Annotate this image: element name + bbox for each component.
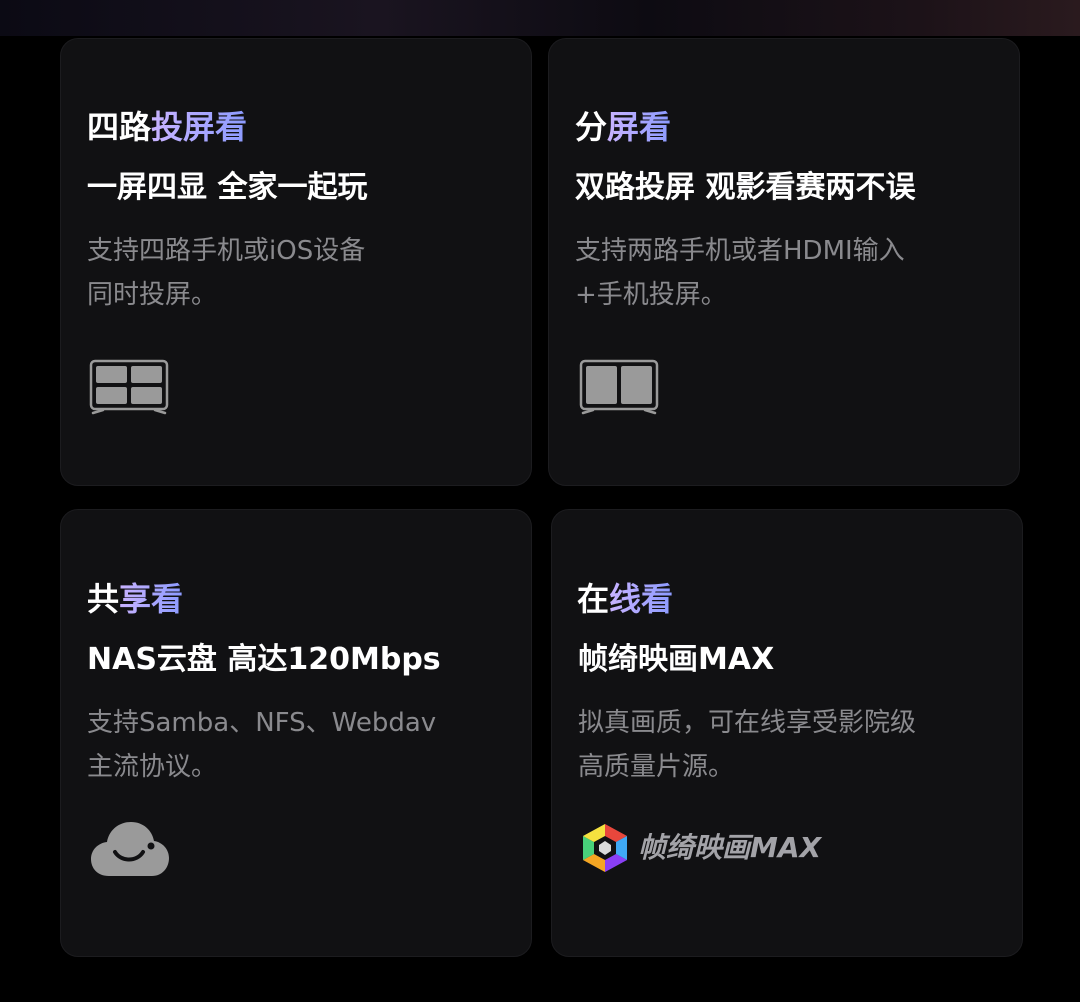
card-desc-line2: 主流协议。 xyxy=(87,752,218,782)
brand-logo-text: 帧绮映画MAX xyxy=(638,831,822,864)
card-desc-line1: 支持四路手机或iOS设备 xyxy=(87,236,366,266)
card-desc-line1: 支持两路手机或者HDMI输入 xyxy=(575,236,905,266)
card-quad-cast: 四路投屏看 一屏四显 全家一起玩 支持四路手机或iOS设备 同时投屏。 xyxy=(60,38,532,486)
split-screen-tv-icon xyxy=(579,359,659,415)
card-headline: 双路投屏 观影看赛两不误 xyxy=(575,170,916,205)
card-headline: NAS云盘 高达120Mbps xyxy=(87,642,441,677)
brand-logo-icon xyxy=(583,824,627,872)
card-desc-line1: 拟真画质，可在线享受影院级 xyxy=(578,708,917,738)
card-online-watch: 在线看 帧绮映画MAX 拟真画质，可在线享受影院级 高质量片源。 帧绮映画MAX xyxy=(551,509,1023,957)
card-desc-line2: 高质量片源。 xyxy=(578,752,735,782)
card-split-screen: 分屏看 双路投屏 观影看赛两不误 支持两路手机或者HDMI输入 +手机投屏。 xyxy=(548,38,1020,486)
header-background-strip xyxy=(0,0,1080,36)
card-title: 共享看 xyxy=(87,580,184,618)
quad-screen-tv-icon xyxy=(89,359,169,415)
card-desc-line2: 同时投屏。 xyxy=(87,280,218,310)
card-headline: 帧绮映画MAX xyxy=(578,642,775,677)
card-desc-line2: +手机投屏。 xyxy=(575,280,727,310)
card-title: 在线看 xyxy=(577,580,674,618)
card-nas-share: 共享看 NAS云盘 高达120Mbps 支持Samba、NFS、Webdav 主… xyxy=(60,509,532,957)
card-title: 分屏看 xyxy=(575,108,672,146)
card-headline: 一屏四显 全家一起玩 xyxy=(87,170,368,205)
card-desc-line1: 支持Samba、NFS、Webdav xyxy=(87,708,437,738)
cloud-icon xyxy=(91,822,169,876)
card-title: 四路投屏看 xyxy=(87,108,248,146)
